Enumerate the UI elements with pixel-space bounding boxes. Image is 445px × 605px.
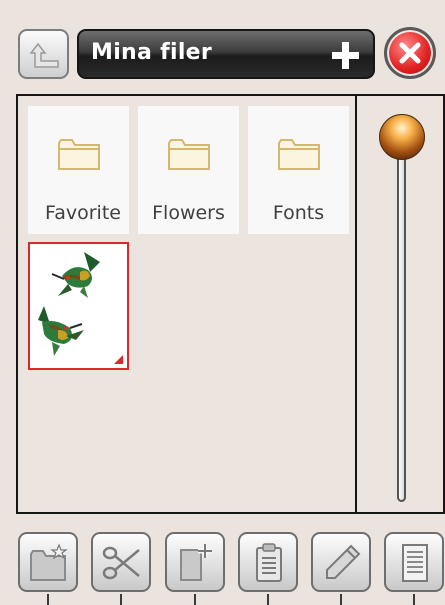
folder-label: Flowers — [152, 202, 225, 224]
paste-button[interactable] — [238, 532, 298, 592]
close-icon — [399, 42, 421, 64]
file-info-button[interactable] — [384, 532, 444, 592]
selection-corner-mark — [114, 355, 123, 364]
new-file-icon — [180, 544, 212, 581]
folder-tile-flowers[interactable]: Flowers — [138, 106, 239, 234]
file-browser: Favorite Flowers Fonts — [16, 94, 357, 514]
folder-icon — [168, 139, 210, 170]
clipboard-icon — [256, 543, 282, 582]
new-file-button[interactable] — [165, 532, 225, 592]
folder-tile-fonts[interactable]: Fonts — [248, 106, 349, 234]
scrollbar-knob[interactable] — [379, 114, 425, 160]
toolbar — [0, 516, 445, 605]
folder-tile-favorite[interactable]: Favorite — [28, 106, 129, 234]
rename-button[interactable] — [311, 532, 371, 592]
design-file-tile[interactable] — [28, 242, 129, 370]
toolbar-tick — [340, 594, 342, 605]
toolbar-tick — [47, 594, 49, 605]
scissors-icon — [102, 546, 140, 580]
new-folder-button[interactable] — [18, 532, 78, 592]
new-folder-icon — [30, 543, 68, 581]
plus-icon[interactable] — [332, 42, 359, 69]
toolbar-tick — [120, 594, 122, 605]
scrollbar-track[interactable] — [397, 136, 406, 502]
folder-icon — [58, 139, 100, 170]
hummingbird-design-icon — [38, 252, 100, 356]
pencil-icon — [326, 544, 361, 579]
folder-label: Fonts — [272, 202, 325, 224]
close-button[interactable] — [384, 27, 436, 79]
scroll-panel — [357, 94, 445, 514]
toolbar-tick — [267, 594, 269, 605]
arrow-up-icon — [29, 42, 59, 68]
toolbar-tick — [413, 594, 415, 605]
cut-button[interactable] — [91, 532, 151, 592]
folder-icon — [278, 139, 320, 170]
parent-folder-button[interactable] — [18, 29, 69, 79]
document-icon — [402, 544, 428, 582]
title-bar: Mina filer — [77, 29, 375, 79]
folder-label: Favorite — [45, 202, 121, 224]
toolbar-tick — [194, 594, 196, 605]
page-title: Mina filer — [91, 40, 213, 65]
